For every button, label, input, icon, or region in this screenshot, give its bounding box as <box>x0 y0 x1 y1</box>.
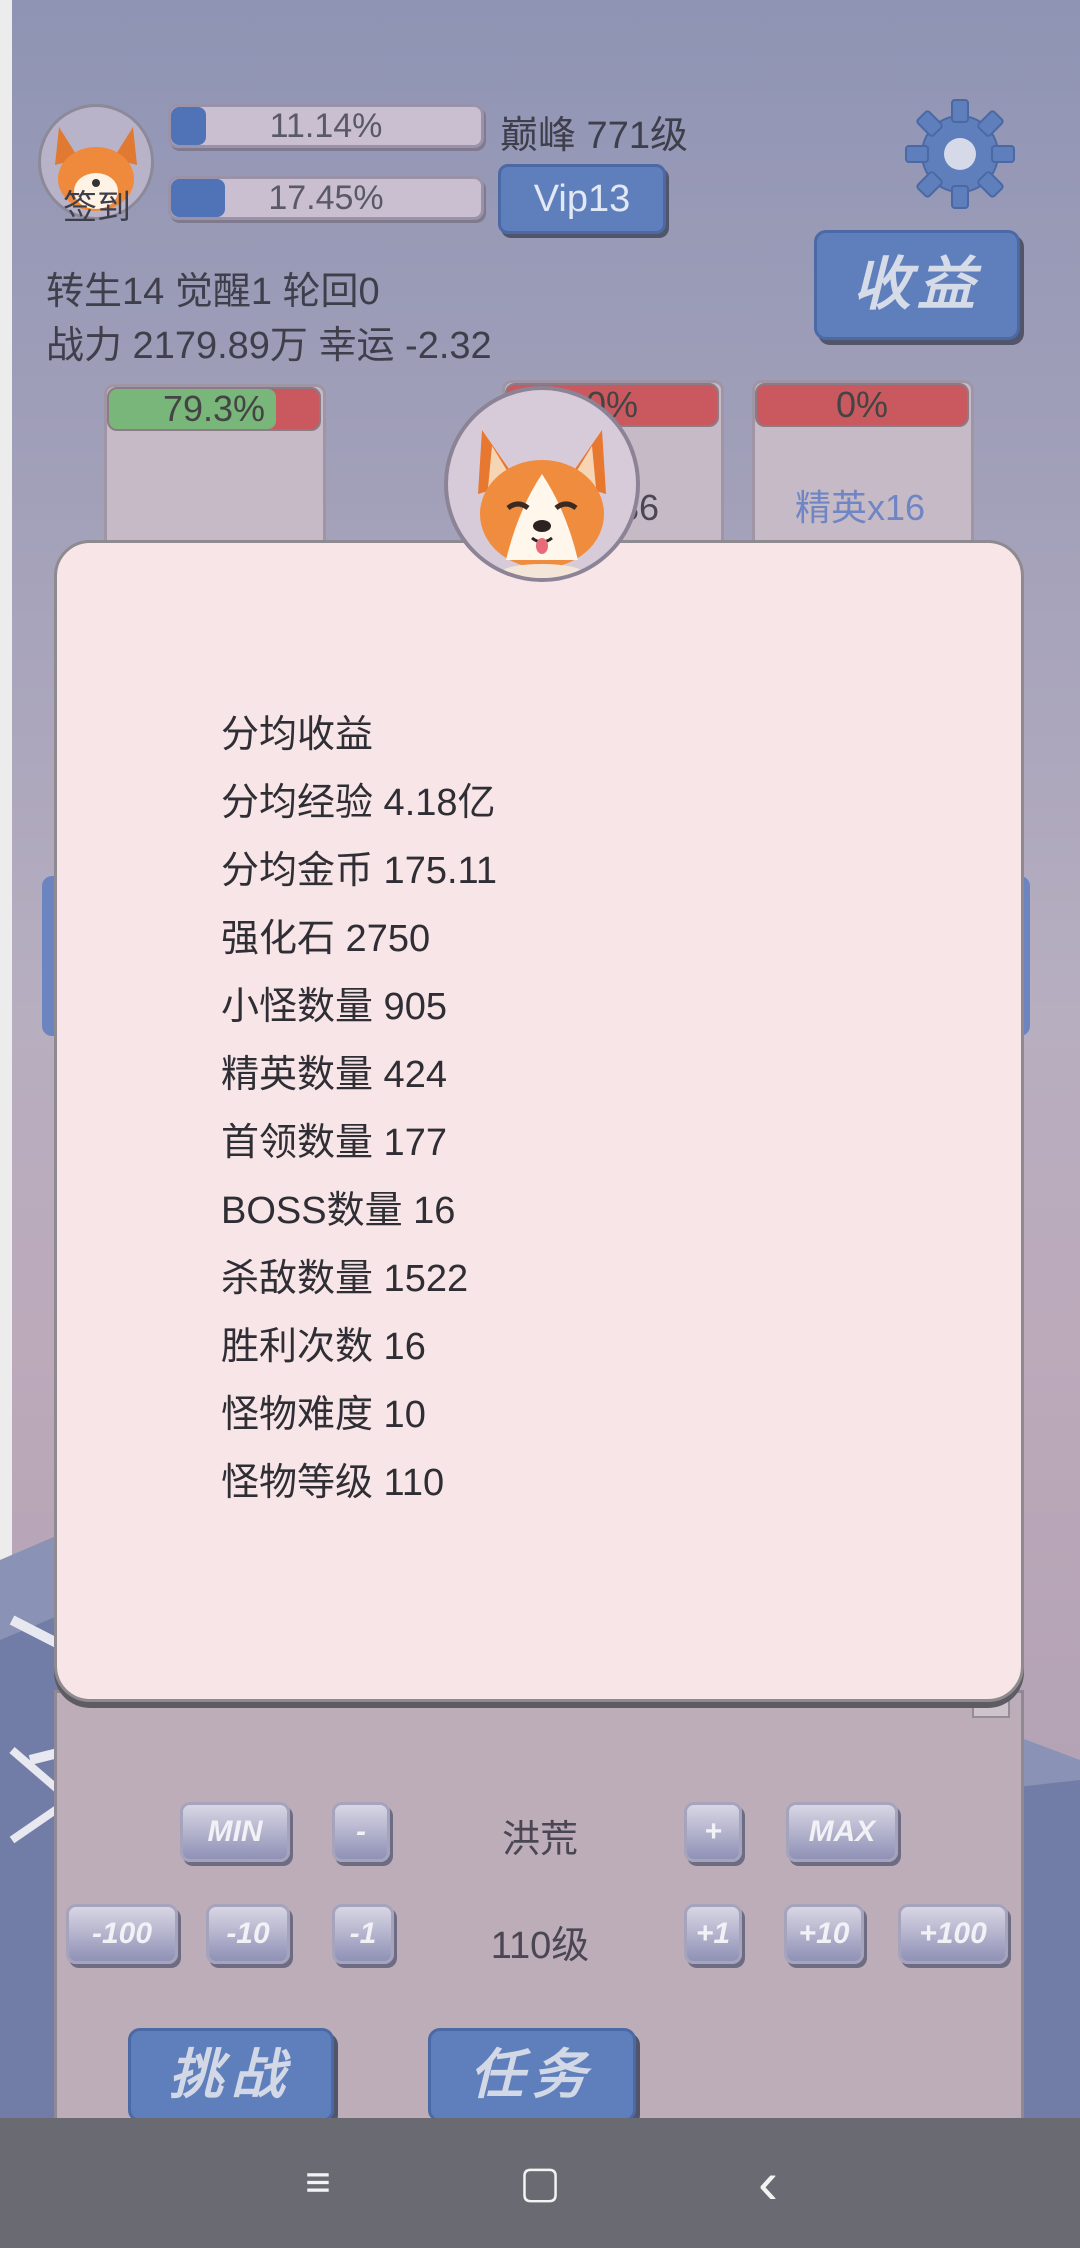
corgi-mascot-icon <box>444 386 640 582</box>
card-progress-bar: 79.3% <box>107 387 321 431</box>
power-luck-stats: 战力 2179.89万 幸运 -2.32 <box>46 325 492 367</box>
home-icon[interactable]: ▢ <box>480 2118 600 2248</box>
system-navigation-bar: ≡ ▢ ‹ <box>0 2118 1080 2248</box>
income-stats-dialog: 分均收益 分均经验 4.18亿 分均金币 175.11 强化石 2750 小怪数… <box>54 540 1024 1702</box>
vip-button[interactable]: Vip13 <box>498 164 666 234</box>
stat-monster-difficulty: 怪物难度 10 <box>221 1394 426 1436</box>
card-progress-text: 79.3% <box>162 388 266 429</box>
secondary-progress-bar: 17.45% <box>168 176 484 220</box>
back-icon[interactable]: ‹ <box>708 2118 828 2248</box>
max-button[interactable]: MAX <box>786 1802 898 1862</box>
secondary-progress-text: 17.45% <box>268 179 384 217</box>
stat-chief-count: 首领数量 177 <box>221 1122 447 1164</box>
peak-level-text: 巅峰 771级 <box>500 115 688 157</box>
stat-elite-count: 精英数量 424 <box>221 1054 447 1096</box>
level-minus-100-button[interactable]: -100 <box>66 1904 178 1964</box>
level-plus-100-button[interactable]: +100 <box>898 1904 1008 1964</box>
stat-minion-count: 小怪数量 905 <box>221 986 447 1028</box>
rebirth-stats: 转生14 觉醒1 轮回0 <box>46 271 380 313</box>
task-button[interactable]: 任务 <box>428 2028 636 2122</box>
sign-in-label[interactable]: 签到 <box>52 180 142 229</box>
difficulty-name: 洪荒 <box>501 1819 578 1861</box>
level-plus-1-button[interactable]: +1 <box>684 1904 742 1964</box>
stat-boss-count: BOSS数量 16 <box>221 1190 456 1232</box>
stat-kill-count: 杀敌数量 1522 <box>221 1258 469 1300</box>
level-minus-1-button[interactable]: -1 <box>332 1904 394 1964</box>
stage-level: 110级 <box>490 1925 590 1967</box>
stat-enhance-stone: 强化石 2750 <box>221 918 431 960</box>
card-label: 精英x16 <box>795 487 926 528</box>
stat-exp-per-min: 分均经验 4.18亿 <box>221 782 496 824</box>
challenge-button[interactable]: 挑战 <box>128 2028 334 2122</box>
gear-icon[interactable] <box>904 98 1016 210</box>
exp-progress-text: 11.14% <box>269 107 383 145</box>
difficulty-minus-button[interactable]: - <box>332 1802 390 1862</box>
difficulty-plus-button[interactable]: + <box>684 1802 742 1862</box>
stat-monster-level: 怪物等级 110 <box>221 1462 445 1504</box>
level-minus-10-button[interactable]: -10 <box>206 1904 290 1964</box>
card-progress-text: 0% <box>835 384 889 425</box>
modal-title: 分均收益 <box>221 714 374 756</box>
menu-icon[interactable]: ≡ <box>258 2118 378 2248</box>
card-progress-bar: 0% <box>755 383 969 427</box>
stat-gold-per-min: 分均金币 175.11 <box>221 850 497 892</box>
exp-progress-bar: 11.14% <box>168 104 484 148</box>
level-plus-10-button[interactable]: +10 <box>784 1904 864 1964</box>
stat-win-count: 胜利次数 16 <box>221 1326 426 1368</box>
min-button[interactable]: MIN <box>180 1802 290 1862</box>
income-button[interactable]: 收益 <box>814 230 1020 340</box>
